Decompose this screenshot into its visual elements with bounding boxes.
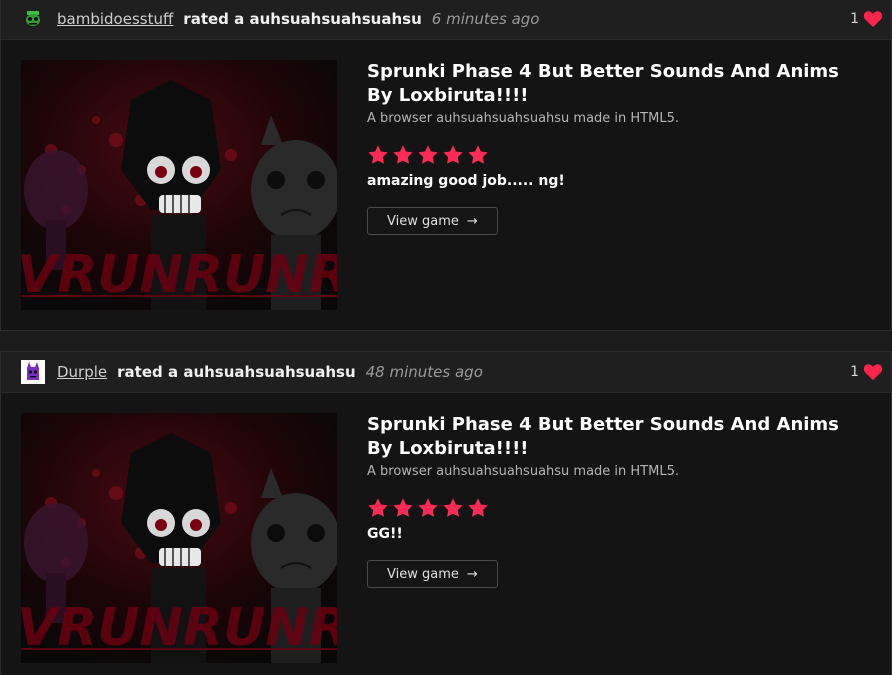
- feed-event: bambidoesstuff rated a auhsuahsuahsuahsu…: [0, 0, 892, 331]
- game-title-link[interactable]: Sprunki Phase 4 But Better Sounds And An…: [367, 60, 857, 108]
- star-icon: [468, 498, 488, 517]
- event-action: rated a auhsuahsuahsuahsu: [117, 363, 356, 381]
- view-game-label: View game: [387, 566, 459, 582]
- game-thumbnail[interactable]: VRUNRUNRUNRUN: [21, 413, 337, 663]
- star-icon: [418, 145, 438, 164]
- activity-feed: bambidoesstuff rated a auhsuahsuahsuahsu…: [0, 0, 892, 675]
- heart-icon: [863, 364, 883, 381]
- star-icon: [368, 498, 388, 517]
- green-character-avatar-icon: [26, 11, 40, 26]
- star-rating: [367, 497, 857, 519]
- event-body: VRUNRUNRUNRUN Sprunki Phase 4 But Better…: [1, 393, 891, 675]
- star-icon: [393, 498, 413, 517]
- like-button[interactable]: [863, 363, 883, 381]
- event-header: bambidoesstuff rated a auhsuahsuahsuahsu…: [1, 0, 891, 40]
- star-icon: [443, 145, 463, 164]
- like-button[interactable]: [863, 10, 883, 28]
- star-icon: [368, 145, 388, 164]
- review-text: amazing good job..... ng!: [367, 173, 565, 189]
- arrow-right-icon: →: [466, 566, 478, 582]
- view-game-label: View game: [387, 213, 459, 229]
- feed-event: Durple rated a auhsuahsuahsuahsu 48 minu…: [0, 351, 892, 675]
- review-text: GG!!: [367, 526, 403, 542]
- event-body: VRUNRUNRUNRUN Sprunki Phase 4 But Better…: [1, 40, 891, 330]
- game-thumbnail[interactable]: VRUNRUNRUNRUN: [21, 60, 337, 310]
- star-icon: [468, 145, 488, 164]
- purple-character-avatar-icon: [21, 360, 45, 384]
- event-time: 48 minutes ago: [365, 363, 483, 381]
- game-title-link[interactable]: Sprunki Phase 4 But Better Sounds And An…: [367, 413, 857, 461]
- star-rating: [367, 144, 857, 166]
- game-description: A browser auhsuahsuahsuahsu made in HTML…: [367, 464, 679, 479]
- game-info: Sprunki Phase 4 But Better Sounds And An…: [367, 413, 857, 588]
- view-game-button[interactable]: View game →: [367, 207, 498, 235]
- star-icon: [443, 498, 463, 517]
- username-link[interactable]: bambidoesstuff: [57, 10, 173, 28]
- star-icon: [393, 145, 413, 164]
- arrow-right-icon: →: [466, 213, 478, 229]
- user-avatar[interactable]: [21, 7, 45, 31]
- game-info: Sprunki Phase 4 But Better Sounds And An…: [367, 60, 857, 235]
- like-count: 1: [850, 11, 859, 27]
- game-description: A browser auhsuahsuahsuahsu made in HTML…: [367, 111, 679, 126]
- event-action: rated a auhsuahsuahsuahsu: [183, 10, 422, 28]
- star-icon: [418, 498, 438, 517]
- event-header: Durple rated a auhsuahsuahsuahsu 48 minu…: [1, 352, 891, 393]
- username-link[interactable]: Durple: [57, 363, 107, 381]
- like-count: 1: [850, 364, 859, 380]
- heart-icon: [863, 11, 883, 28]
- view-game-button[interactable]: View game →: [367, 560, 498, 588]
- event-time: 6 minutes ago: [431, 10, 540, 28]
- user-avatar[interactable]: [21, 360, 45, 384]
